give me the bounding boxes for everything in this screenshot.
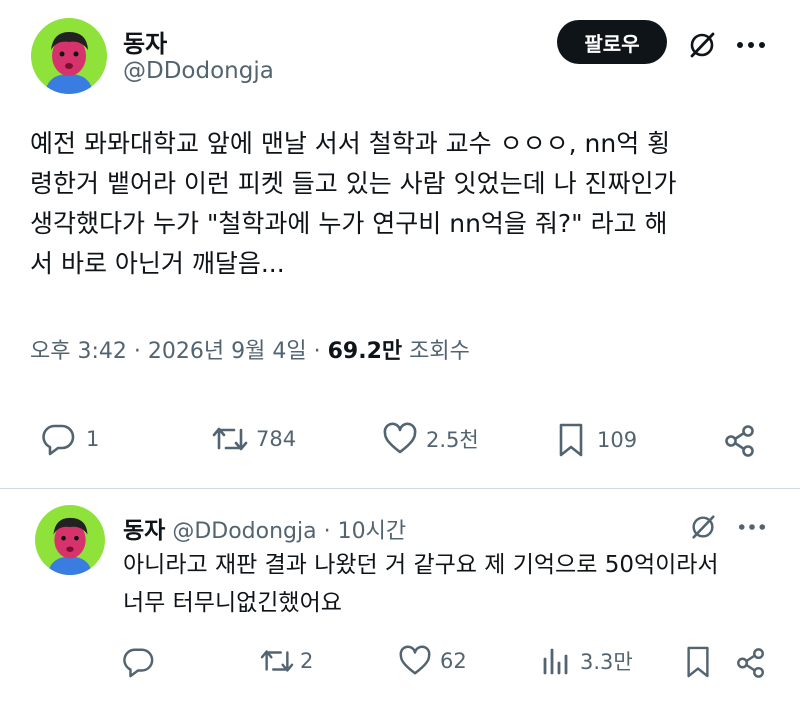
retweet-count: 784 bbox=[256, 427, 297, 451]
retweet-icon bbox=[210, 422, 250, 456]
tweet-text: 예전 뫄뫄대학교 앞에 맨날 서서 철학과 교수 ㅇㅇㅇ, nn억 횡 령한거 … bbox=[30, 129, 677, 278]
tweet-time[interactable]: 오후 3:42 bbox=[30, 339, 127, 364]
divider bbox=[0, 488, 800, 489]
bookmark-icon[interactable] bbox=[681, 645, 715, 679]
reply-like-count: 62 bbox=[440, 649, 467, 673]
more-icon[interactable] bbox=[733, 28, 769, 62]
reply-icon bbox=[40, 422, 76, 456]
reply-retweet-action[interactable]: 2 bbox=[258, 645, 313, 677]
like-action[interactable]: 2.5천 bbox=[382, 422, 479, 456]
reply-avatar[interactable] bbox=[35, 505, 105, 575]
retweet-icon bbox=[258, 645, 296, 677]
bookmark-count: 109 bbox=[597, 428, 638, 452]
share-icon[interactable] bbox=[721, 422, 759, 460]
reply-views-count: 3.3만 bbox=[580, 650, 633, 674]
share-icon[interactable] bbox=[733, 645, 769, 681]
more-icon[interactable] bbox=[735, 512, 769, 542]
reply-separator: · bbox=[323, 519, 331, 544]
retweet-action[interactable]: 784 bbox=[210, 422, 296, 456]
bookmark-icon bbox=[555, 422, 587, 458]
like-icon bbox=[398, 645, 432, 677]
views-label: 조회수 bbox=[409, 339, 470, 364]
meta-separator: · bbox=[313, 339, 321, 364]
views-icon bbox=[540, 645, 572, 677]
author-handle[interactable]: @DDodongja bbox=[123, 58, 274, 84]
reply-action[interactable]: 1 bbox=[40, 422, 99, 456]
like-icon bbox=[382, 422, 418, 456]
grok-icon[interactable] bbox=[686, 510, 720, 544]
reply-count: 1 bbox=[86, 427, 100, 451]
avatar[interactable] bbox=[31, 18, 107, 94]
reply-icon[interactable] bbox=[120, 645, 156, 679]
author-name[interactable]: 동자 bbox=[123, 24, 167, 59]
reply-header: 동자 @DDodongja · 10시간 bbox=[123, 511, 406, 545]
reply-like-action[interactable]: 62 bbox=[398, 645, 467, 677]
reply-text: 아니라고 재판 결과 나왔던 거 같구요 제 기억으로 50억이라서 너무 터무… bbox=[123, 552, 719, 616]
grok-icon[interactable] bbox=[684, 27, 720, 63]
reply-time[interactable]: 10시간 bbox=[338, 519, 406, 544]
follow-button[interactable]: 팔로우 bbox=[557, 20, 667, 64]
follow-label: 팔로우 bbox=[584, 31, 640, 56]
reply-retweet-count: 2 bbox=[300, 649, 314, 673]
tweet-date[interactable]: 2026년 9월 4일 bbox=[148, 339, 307, 364]
tweet-meta: 오후 3:42 · 2026년 9월 4일 · 69.2만 조회수 bbox=[30, 333, 470, 365]
reply-author-name[interactable]: 동자 bbox=[123, 518, 165, 544]
bookmark-action[interactable]: 109 bbox=[555, 422, 637, 458]
reply-views-action[interactable]: 3.3만 bbox=[540, 645, 633, 677]
views-count: 69.2만 bbox=[327, 339, 403, 364]
reply-author-handle[interactable]: @DDodongja bbox=[172, 519, 316, 544]
like-count: 2.5천 bbox=[426, 428, 479, 452]
meta-separator: · bbox=[133, 339, 141, 364]
